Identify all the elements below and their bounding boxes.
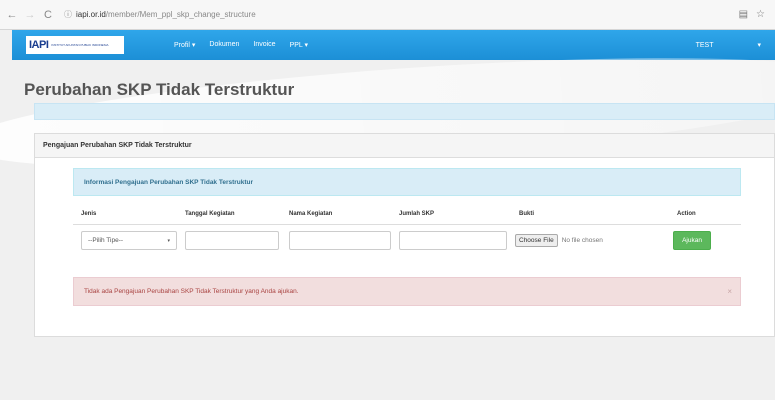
column-header-tanggal: Tanggal Kegiatan <box>185 211 235 217</box>
submission-panel: Pengajuan Perubahan SKP Tidak Terstruktu… <box>34 133 775 337</box>
address-bar[interactable]: ⓘ iapi.or.id/member/Mem_ppl_skp_change_s… <box>60 6 260 24</box>
column-header-jenis: Jenis <box>81 211 97 217</box>
app-navbar: IAPI INSTITUT AKUNTAN PUBLIK INDONESIA P… <box>12 30 775 60</box>
jenis-select-value: --Pilih Tipe-- <box>88 237 124 244</box>
forward-icon[interactable]: → <box>24 9 36 21</box>
bukti-file-input: Choose File No file chosen <box>515 231 665 250</box>
logo-text: INSTITUT AKUNTAN PUBLIK INDONESIA <box>51 43 109 47</box>
page-title: Perubahan SKP Tidak Terstruktur <box>24 80 295 99</box>
chevron-down-icon: ▾ <box>167 238 170 244</box>
tanggal-kegiatan-input[interactable] <box>185 231 279 250</box>
column-header-nama: Nama Kegiatan <box>289 211 333 217</box>
back-icon[interactable]: ← <box>6 9 18 21</box>
url-path: /member/Mem_ppl_skp_change_structure <box>105 10 256 19</box>
bookmark-star-icon[interactable]: ☆ <box>756 9 765 20</box>
url-domain: iapi.or.id <box>76 10 106 19</box>
user-menu[interactable]: TEST <box>696 42 714 49</box>
menu-dokumen[interactable]: Dokumen <box>209 41 239 49</box>
column-header-action: Action <box>677 211 696 217</box>
info-box: Informasi Pengajuan Perubahan SKP Tidak … <box>73 168 741 196</box>
chevron-down-icon[interactable]: ▾ <box>757 41 761 49</box>
browser-toolbar: ← → C ⓘ iapi.or.id/member/Mem_ppl_skp_ch… <box>0 0 775 30</box>
empty-alert: Tidak ada Pengajuan Perubahan SKP Tidak … <box>73 277 741 306</box>
main-menu: Profil ▾ Dokumen Invoice PPL ▾ <box>174 41 308 49</box>
jumlah-skp-input[interactable] <box>399 231 507 250</box>
info-strip <box>34 103 775 120</box>
site-info-icon[interactable]: ⓘ <box>64 9 72 20</box>
logo-mark: IAPI <box>29 39 49 51</box>
reload-icon[interactable]: C <box>42 9 54 21</box>
nama-kegiatan-input[interactable] <box>289 231 391 250</box>
close-icon[interactable]: × <box>727 287 732 296</box>
file-status: No file chosen <box>561 237 603 244</box>
choose-file-button[interactable]: Choose File <box>515 234 558 247</box>
ajukan-button[interactable]: Ajukan <box>673 231 711 250</box>
logo[interactable]: IAPI INSTITUT AKUNTAN PUBLIK INDONESIA <box>26 36 124 54</box>
menu-invoice[interactable]: Invoice <box>253 41 275 49</box>
panel-heading: Pengajuan Perubahan SKP Tidak Terstruktu… <box>35 134 774 158</box>
extension-icon[interactable]: ▤ <box>739 9 748 20</box>
table-divider <box>73 224 741 225</box>
menu-ppl[interactable]: PPL ▾ <box>290 41 308 49</box>
column-header-jumlah: Jumlah SKP <box>399 211 435 217</box>
jenis-select[interactable]: --Pilih Tipe-- ▾ <box>81 231 177 250</box>
menu-profil[interactable]: Profil ▾ <box>174 41 195 49</box>
alert-message: Tidak ada Pengajuan Perubahan SKP Tidak … <box>84 288 299 295</box>
column-header-bukti: Bukti <box>519 211 534 217</box>
